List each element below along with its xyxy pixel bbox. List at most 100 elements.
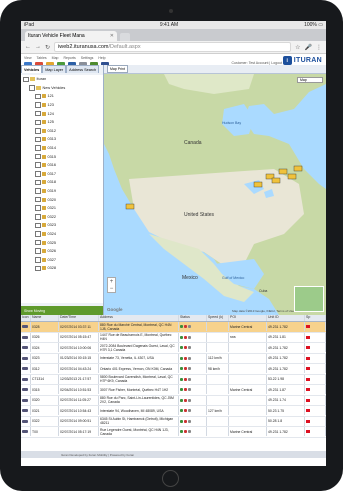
tree-vehicle-item[interactable]: 124 xyxy=(21,109,103,118)
show-moving-bar[interactable]: Show Moving xyxy=(21,306,103,315)
tree-vehicle-item[interactable]: 0323 xyxy=(21,221,103,230)
vehicle-marker[interactable] xyxy=(287,173,297,180)
table-row[interactable]: CT1314 12/03/2013 21:17:57 5800 Boulevard … xyxy=(21,374,326,385)
menu-view[interactable]: View xyxy=(24,56,32,60)
checkbox[interactable] xyxy=(35,128,41,134)
menu-map[interactable]: Map xyxy=(52,56,59,60)
reload-icon[interactable]: ↻ xyxy=(45,44,50,51)
map-canvas[interactable]: Canada United States Mexico Hudson Bay G… xyxy=(104,74,326,315)
table-row[interactable]: 0328 02/07/2014 03:37:11 880 Rue du Marché… xyxy=(21,322,326,333)
tree-vehicle-item[interactable]: 0324 xyxy=(21,230,103,239)
checkbox[interactable] xyxy=(23,76,29,83)
zoom-out-button[interactable]: − xyxy=(108,285,115,292)
checkbox[interactable] xyxy=(29,85,35,91)
table-row[interactable]: 0323 01/23/2014 00:15:15 Interstate 73, Ve… xyxy=(21,353,326,364)
tree-vehicle-item[interactable]: 0318 xyxy=(21,178,103,187)
zoom-in-button[interactable]: + xyxy=(108,278,115,285)
tree-vehicle-item[interactable]: 121 xyxy=(21,92,103,101)
map-print-button[interactable]: Map Print xyxy=(107,65,128,73)
tree-vehicle-item[interactable]: 0320 xyxy=(21,195,103,204)
col-date[interactable]: Date/Time xyxy=(59,315,99,321)
tree-vehicle-item[interactable]: 125 xyxy=(21,118,103,127)
checkbox[interactable] xyxy=(35,136,41,143)
table-row[interactable]: T00 02/07/2014 05:17:19 Rue Legendre Ouest… xyxy=(21,427,326,438)
table-row[interactable]: 0322 02/07/2014 09:00:51 6345 St Aubin St,… xyxy=(21,416,326,427)
checkbox[interactable] xyxy=(35,265,41,272)
tree-vehicle-item[interactable]: 0328 xyxy=(21,264,103,273)
checkbox[interactable] xyxy=(35,239,41,246)
url-input[interactable]: iweb2.ituranusa.com/Default.aspx xyxy=(54,42,292,52)
col-name[interactable]: Name xyxy=(31,315,59,321)
table-row[interactable]: 0321 02/07/2014 10:54:43 Interstate 94, Wo… xyxy=(21,406,326,417)
checkbox[interactable] xyxy=(35,248,41,254)
back-icon[interactable]: ← xyxy=(25,44,31,50)
tree-vehicle-item[interactable]: 0319 xyxy=(21,187,103,196)
col-status[interactable]: Status xyxy=(179,315,207,321)
checkbox[interactable] xyxy=(35,257,41,263)
tab-address-search[interactable]: Address Search xyxy=(66,65,100,73)
checkbox[interactable] xyxy=(35,153,41,160)
tree-vehicle-item[interactable]: 0313 xyxy=(21,135,103,144)
checkbox[interactable] xyxy=(35,110,41,117)
tree-root[interactable]: Ituran xyxy=(21,75,103,84)
table-row[interactable]: 0320 02/07/2014 11:05:27 880 Rue du Parc, … xyxy=(21,395,326,406)
overview-map[interactable] xyxy=(294,286,324,312)
menu-tables[interactable]: Tables xyxy=(37,56,47,60)
vehicle-marker[interactable] xyxy=(271,177,281,184)
vehicle-marker[interactable] xyxy=(293,165,303,172)
vehicle-marker[interactable] xyxy=(125,203,135,210)
checkbox[interactable] xyxy=(35,102,41,108)
vehicle-marker[interactable] xyxy=(253,181,263,188)
close-icon[interactable]: ✕ xyxy=(110,33,114,39)
tree-vehicle-item[interactable]: 0317 xyxy=(21,170,103,179)
col-poi[interactable]: POI xyxy=(229,315,267,321)
menu-help[interactable]: Help xyxy=(98,56,105,60)
col-sp[interactable]: Sp xyxy=(305,315,326,321)
table-row[interactable]: 0312 02/07/2014 04:43:24 Ontario 401 Expre… xyxy=(21,364,326,375)
tree-vehicle-item[interactable]: 0312 xyxy=(21,127,103,136)
checkbox[interactable] xyxy=(35,231,41,237)
checkbox[interactable] xyxy=(35,179,41,186)
checkbox[interactable] xyxy=(35,119,41,126)
tab-vehicles[interactable]: Vehicles xyxy=(21,65,43,73)
star-icon[interactable]: ☆ xyxy=(295,44,300,51)
checkbox[interactable] xyxy=(35,222,41,229)
col-address[interactable]: Address xyxy=(99,315,179,321)
checkbox[interactable] xyxy=(35,162,41,168)
tree-vehicle-item[interactable]: 0325 xyxy=(21,238,103,247)
tree-vehicle-item[interactable]: 0327 xyxy=(21,255,103,264)
table-row[interactable]: 0326 02/07/2014 05:15:47 1447 Rue de Beauh… xyxy=(21,332,326,343)
checkbox[interactable] xyxy=(35,188,41,194)
map-type-select[interactable]: Map xyxy=(297,77,323,83)
tree-vehicle-item[interactable]: 0314 xyxy=(21,144,103,153)
checkbox[interactable] xyxy=(35,171,41,177)
tab-map-layer[interactable]: Map Layer xyxy=(42,65,67,73)
tree-vehicle-item[interactable]: 0326 xyxy=(21,247,103,256)
tree-group[interactable]: New Vehicles xyxy=(21,84,103,93)
menu-icon[interactable]: ⋮ xyxy=(316,44,322,51)
tree-vehicle-item[interactable]: 0322 xyxy=(21,213,103,222)
col-icon[interactable]: Icon xyxy=(21,315,31,321)
new-tab-button[interactable] xyxy=(120,33,130,41)
checkbox[interactable] xyxy=(35,196,41,203)
table-row[interactable]: 0324 02/07/2014 10:00:06 2072-2084 Bouleva… xyxy=(21,343,326,354)
vehicle-marker[interactable] xyxy=(278,168,288,175)
tree-vehicle-item[interactable]: 0315 xyxy=(21,152,103,161)
map-attribution[interactable]: Map data ©2013 Google, INEGI, Terms of U… xyxy=(232,309,294,313)
menu-reports[interactable]: Reports xyxy=(63,56,75,60)
col-unit-id[interactable]: Unit ID xyxy=(267,315,305,321)
checkbox[interactable] xyxy=(35,214,41,220)
home-button[interactable] xyxy=(162,470,179,487)
checkbox[interactable] xyxy=(35,205,41,211)
tree-vehicle-item[interactable]: 0316 xyxy=(21,161,103,170)
tree-vehicle-item[interactable]: 0321 xyxy=(21,204,103,213)
tree-vehicle-item[interactable]: 123 xyxy=(21,101,103,110)
checkbox[interactable] xyxy=(35,145,41,151)
forward-icon[interactable]: → xyxy=(35,44,41,50)
table-row[interactable]: 0315 02/04/2014 10:51:53 3007 Rue Fisher, … xyxy=(21,385,326,396)
browser-tab[interactable]: Ituran Vehicle Fleet Mana ✕ xyxy=(25,31,117,41)
menu-settings[interactable]: Settings xyxy=(81,56,94,60)
col-speed[interactable]: Speed (k) xyxy=(207,315,229,321)
mic-icon[interactable]: 🎤 xyxy=(305,44,312,51)
checkbox[interactable] xyxy=(35,93,41,100)
